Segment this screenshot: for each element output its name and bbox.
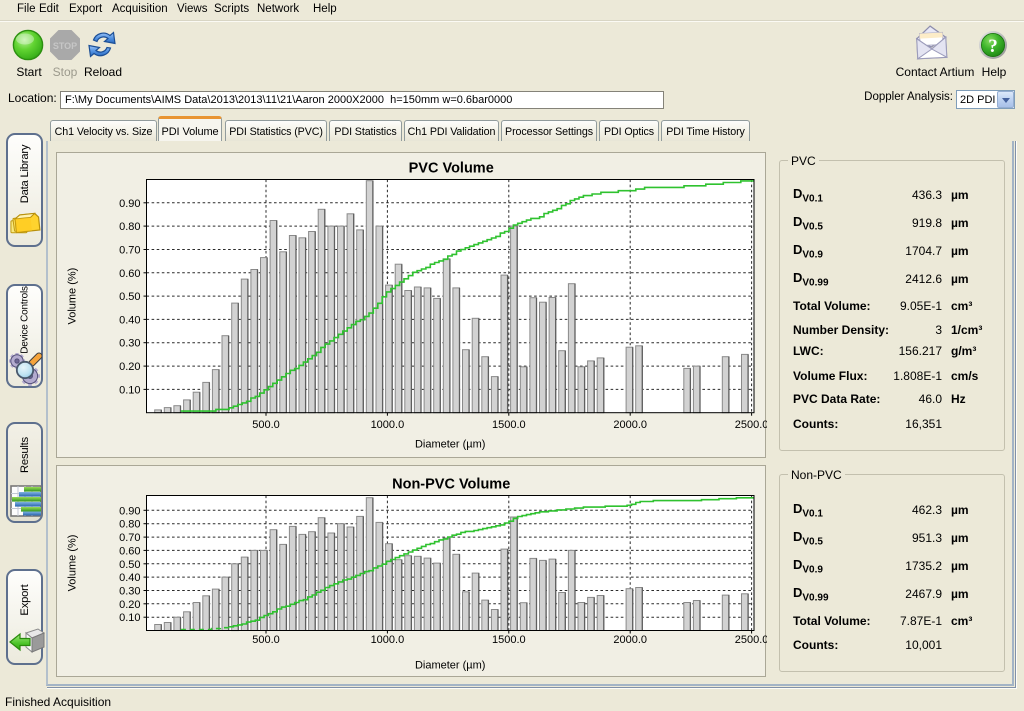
svg-text:1500.0: 1500.0	[492, 419, 526, 431]
svg-text:0.90: 0.90	[119, 198, 140, 210]
svg-text:1000.0: 1000.0	[371, 634, 405, 646]
svg-text:2000.0: 2000.0	[613, 634, 647, 646]
svg-text:Volume (%): Volume (%)	[67, 268, 79, 325]
svg-text:1000.0: 1000.0	[371, 419, 405, 431]
svg-text:0.10: 0.10	[119, 384, 140, 396]
svg-text:STOP: STOP	[53, 41, 77, 51]
svg-text:0.20: 0.20	[119, 598, 140, 610]
svg-text:?: ?	[988, 36, 998, 57]
svg-text:500.0: 500.0	[252, 634, 280, 646]
svg-text:0.30: 0.30	[119, 338, 140, 350]
svg-text:0.70: 0.70	[119, 245, 140, 257]
svg-text:0.50: 0.50	[119, 558, 140, 570]
svg-text:0.90: 0.90	[119, 505, 140, 517]
svg-text:0.30: 0.30	[119, 585, 140, 597]
svg-text:1500.0: 1500.0	[492, 634, 526, 646]
svg-text:0.20: 0.20	[119, 361, 140, 373]
svg-text:0.60: 0.60	[119, 268, 140, 280]
svg-text:2500.0: 2500.0	[735, 419, 767, 431]
svg-text:0.50: 0.50	[119, 291, 140, 303]
svg-text:PVC Volume: PVC Volume	[409, 161, 494, 177]
svg-text:0.40: 0.40	[119, 572, 140, 584]
svg-text:0.80: 0.80	[119, 518, 140, 530]
svg-text:0.60: 0.60	[119, 545, 140, 557]
svg-text:0.10: 0.10	[119, 612, 140, 624]
svg-text:2000.0: 2000.0	[613, 419, 647, 431]
svg-text:Diameter (µm): Diameter (µm)	[415, 659, 486, 671]
svg-text:Volume (%): Volume (%)	[67, 534, 79, 591]
svg-text:2500.0: 2500.0	[735, 634, 767, 646]
svg-text:0.40: 0.40	[119, 314, 140, 326]
svg-text:0.80: 0.80	[119, 221, 140, 233]
svg-text:0.70: 0.70	[119, 532, 140, 544]
svg-text:Non-PVC Volume: Non-PVC Volume	[392, 476, 510, 492]
svg-text:Diameter (µm): Diameter (µm)	[415, 439, 486, 451]
svg-text:500.0: 500.0	[252, 419, 280, 431]
